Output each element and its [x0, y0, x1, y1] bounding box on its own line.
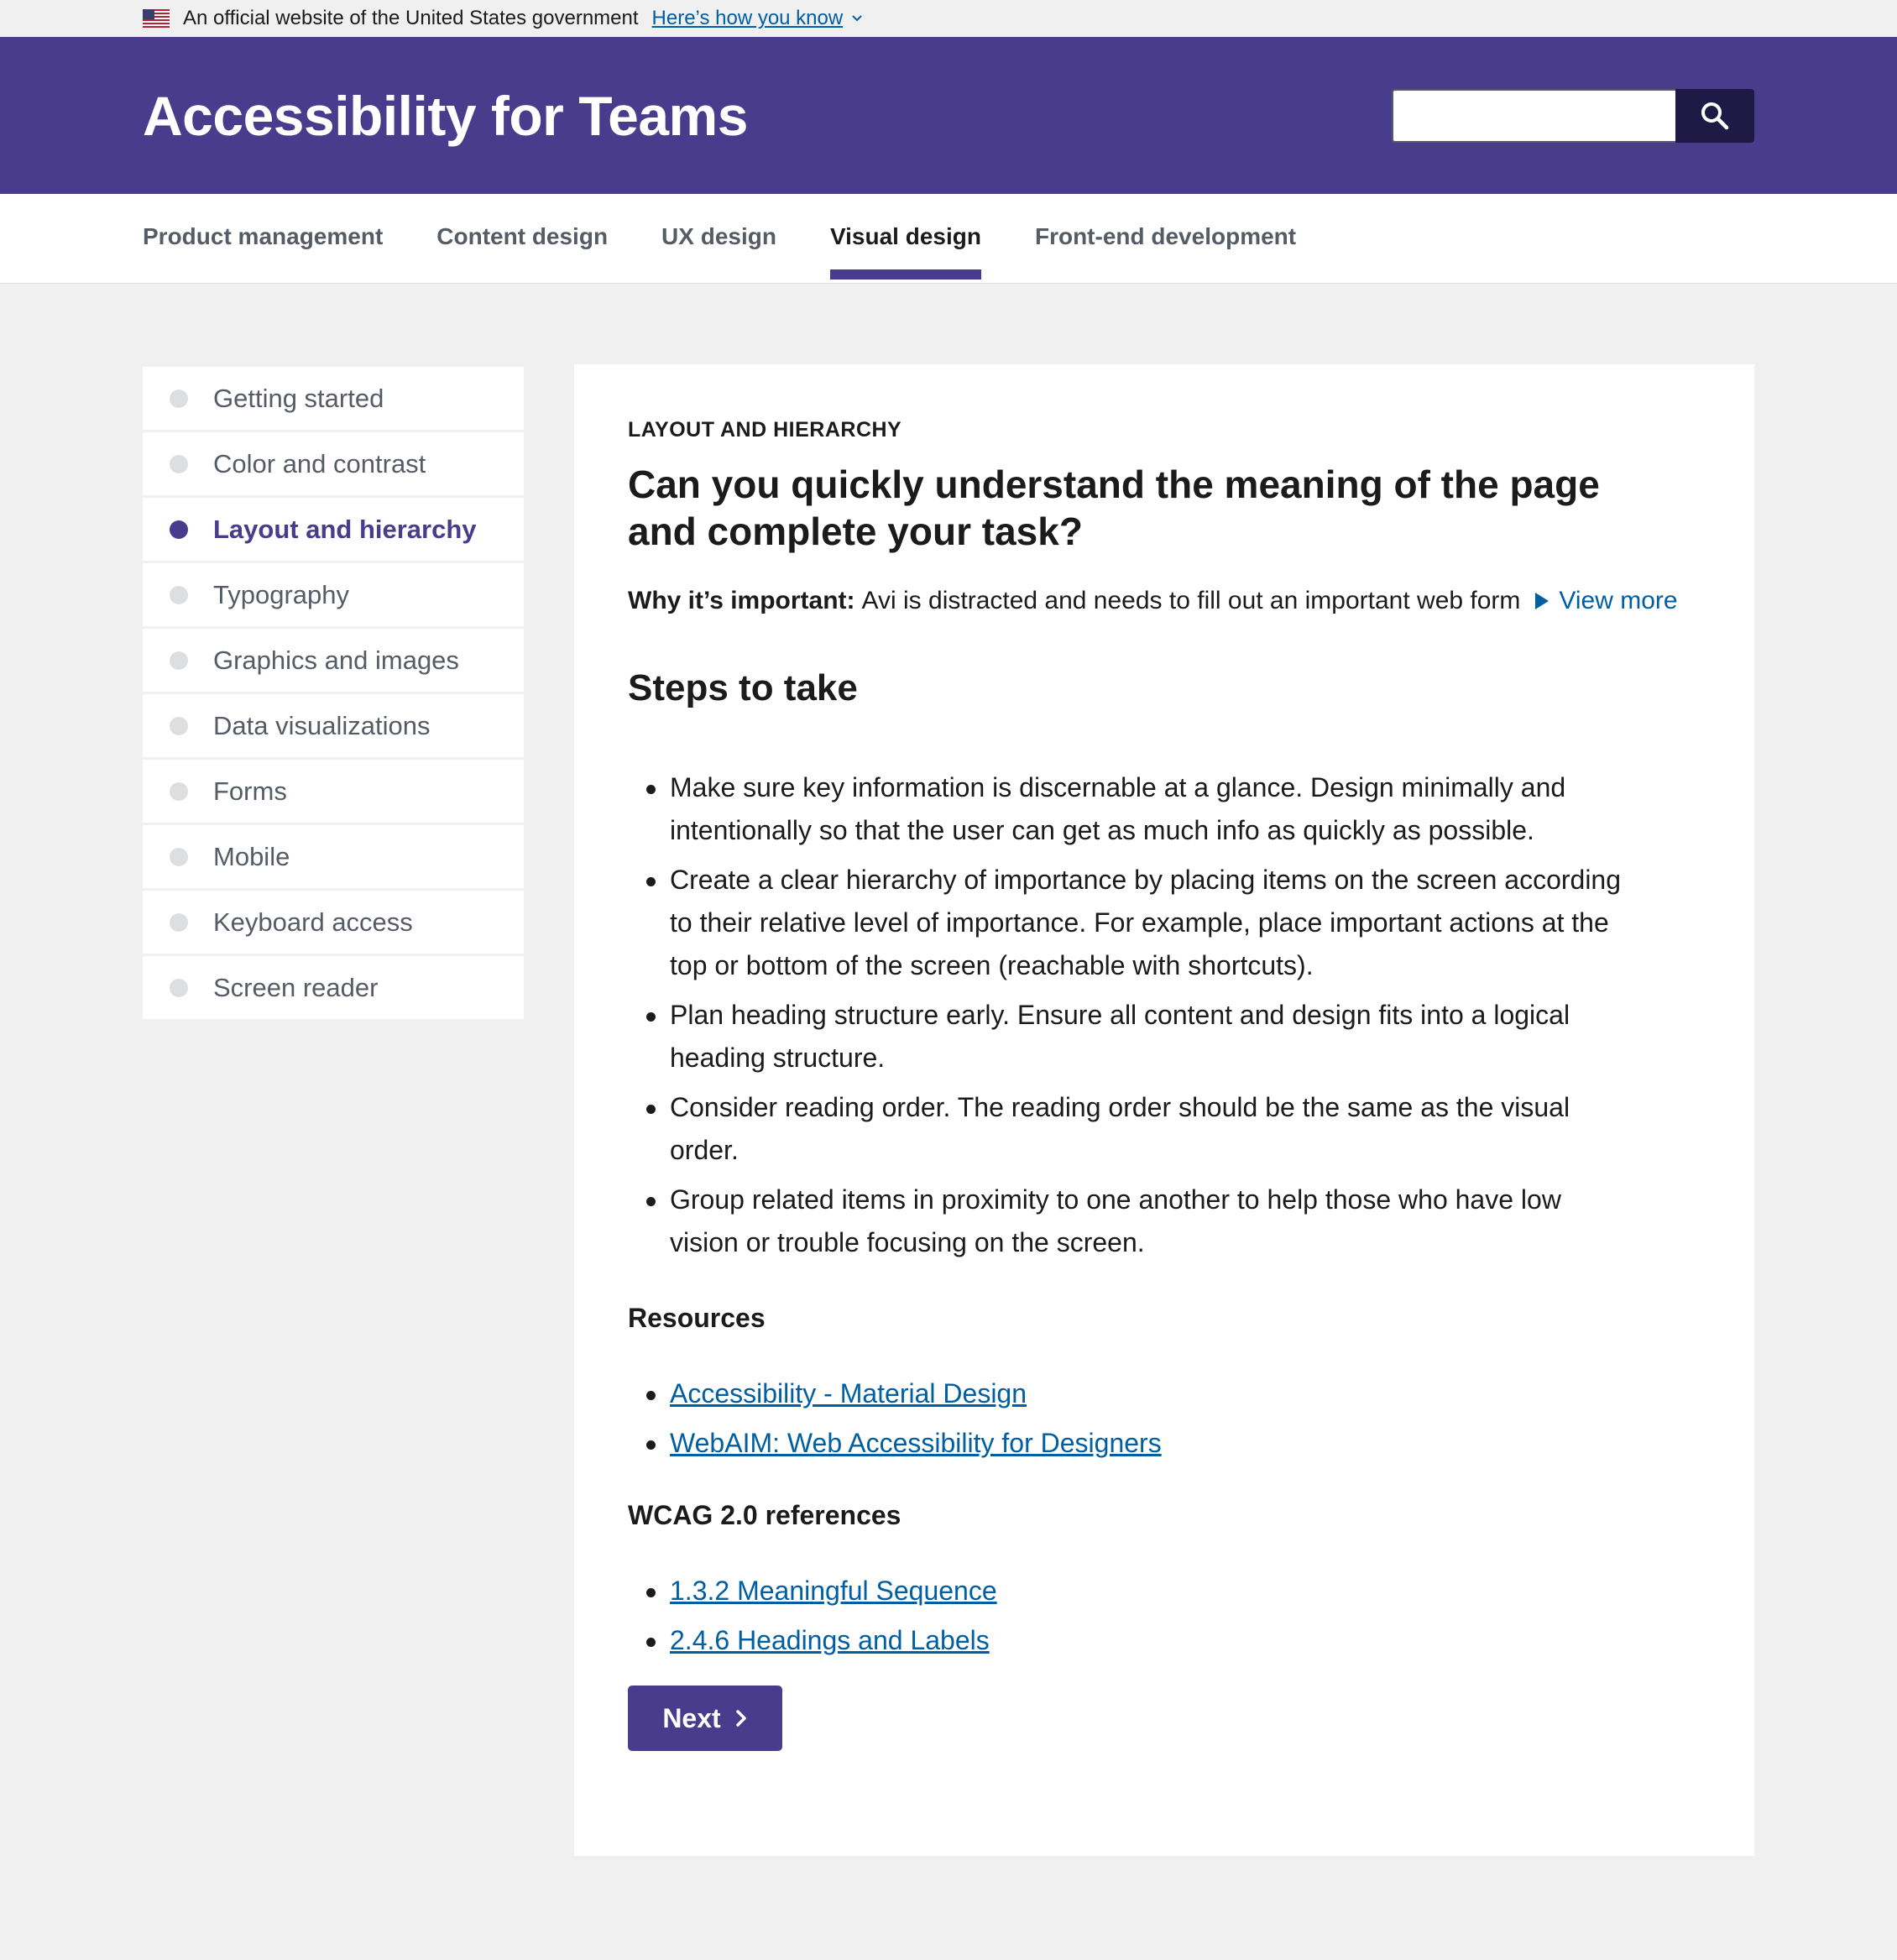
- nav-ux-design[interactable]: UX design: [661, 194, 776, 283]
- sidebar-item-label: Data visualizations: [213, 710, 431, 740]
- top-nav: Product management Content design UX des…: [0, 194, 1897, 284]
- sidebar-item-typography[interactable]: Typography: [143, 563, 524, 626]
- sidebar-item-graphics-and-images[interactable]: Graphics and images: [143, 629, 524, 692]
- sidebar-item-layout-and-hierarchy[interactable]: Layout and hierarchy: [143, 498, 524, 561]
- sidebar-item-label: Layout and hierarchy: [213, 514, 477, 544]
- play-triangle-icon: [1535, 593, 1549, 609]
- search-button[interactable]: [1675, 88, 1754, 143]
- section-eyebrow: LAYOUT AND HIERARCHY: [628, 418, 902, 442]
- sidebar-item-label: Forms: [213, 776, 287, 806]
- sidebar-item-screen-reader[interactable]: Screen reader: [143, 956, 524, 1019]
- resources-list: Accessibility - Material Design WebAIM: …: [628, 1372, 1701, 1465]
- why-important-text: Avi is distracted and needs to fill out …: [861, 587, 1521, 614]
- list-item: Make sure key information is discernable…: [628, 766, 1635, 852]
- why-important-label: Why it’s important:: [628, 587, 855, 614]
- status-dot-icon: [170, 912, 188, 932]
- list-item: Accessibility - Material Design: [628, 1372, 1701, 1415]
- list-item: WebAIM: Web Accessibility for Designers: [628, 1422, 1701, 1465]
- resources-heading: Resources: [628, 1303, 766, 1333]
- status-dot-icon: [170, 978, 188, 997]
- list-item: Plan heading structure early. Ensure all…: [628, 994, 1635, 1079]
- resource-link-webaim[interactable]: WebAIM: Web Accessibility for Designers: [670, 1428, 1162, 1458]
- gov-banner: An official website of the United States…: [0, 0, 1897, 37]
- view-more-toggle[interactable]: View more: [1535, 587, 1678, 615]
- chevron-down-icon: [852, 15, 862, 22]
- heres-how-you-know-link[interactable]: Here’s how you know: [652, 7, 864, 30]
- view-more-label: View more: [1559, 587, 1678, 614]
- nav-front-end-development[interactable]: Front-end development: [1035, 194, 1296, 283]
- sidebar-item-label: Keyboard access: [213, 907, 413, 937]
- search-icon: [1701, 102, 1729, 129]
- sidebar-item-label: Color and contrast: [213, 448, 426, 478]
- sidebar-item-getting-started[interactable]: Getting started: [143, 367, 524, 430]
- status-dot-icon: [170, 585, 188, 604]
- status-dot-icon: [170, 781, 188, 801]
- next-button-label: Next: [662, 1702, 721, 1733]
- site-title[interactable]: Accessibility for Teams: [143, 84, 748, 148]
- chevron-right-icon: [735, 1710, 746, 1727]
- search-form: [1392, 88, 1754, 143]
- status-dot-icon: [170, 716, 188, 735]
- wcag-list: 1.3.2 Meaningful Sequence 2.4.6 Headings…: [628, 1570, 1701, 1662]
- sidebar-item-color-and-contrast[interactable]: Color and contrast: [143, 432, 524, 495]
- gov-banner-text: An official website of the United States…: [183, 7, 639, 29]
- why-important: Why it’s important: Avi is distracted an…: [628, 587, 1701, 615]
- content-card: LAYOUT AND HIERARCHY Can you quickly und…: [574, 364, 1754, 1856]
- site-header: Accessibility for Teams: [0, 37, 1897, 194]
- list-item: 1.3.2 Meaningful Sequence: [628, 1570, 1701, 1612]
- nav-product-management[interactable]: Product management: [143, 194, 383, 283]
- wcag-link-2-4-6[interactable]: 2.4.6 Headings and Labels: [670, 1625, 990, 1655]
- sidebar-item-label: Mobile: [213, 841, 290, 871]
- sidebar-item-label: Getting started: [213, 383, 384, 413]
- sidebar-item-data-visualizations[interactable]: Data visualizations: [143, 694, 524, 757]
- sidebar-item-label: Graphics and images: [213, 645, 459, 675]
- sidebar-item-keyboard-access[interactable]: Keyboard access: [143, 891, 524, 954]
- status-dot-icon: [170, 651, 188, 670]
- sidebar-item-forms[interactable]: Forms: [143, 760, 524, 823]
- nav-content-design[interactable]: Content design: [436, 194, 608, 283]
- nav-visual-design[interactable]: Visual design: [829, 194, 981, 283]
- list-item: Create a clear hierarchy of importance b…: [628, 859, 1635, 987]
- search-input[interactable]: [1392, 88, 1675, 143]
- sidebar-item-label: Screen reader: [213, 972, 379, 1002]
- list-item: 2.4.6 Headings and Labels: [628, 1619, 1701, 1662]
- heres-how-you-know-label: Here’s how you know: [651, 7, 844, 29]
- status-dot-icon: [170, 520, 188, 539]
- sidebar-nav: Getting started Color and contrast Layou…: [143, 367, 524, 1022]
- status-dot-icon: [170, 454, 188, 473]
- page-title: Can you quickly understand the meaning o…: [628, 463, 1600, 553]
- wcag-heading: WCAG 2.0 references: [628, 1500, 901, 1530]
- us-flag-icon: [143, 9, 170, 28]
- resource-link-material-design[interactable]: Accessibility - Material Design: [670, 1378, 1027, 1409]
- steps-list: Make sure key information is discernable…: [628, 766, 1635, 1264]
- sidebar-item-mobile[interactable]: Mobile: [143, 825, 524, 888]
- status-dot-icon: [170, 389, 188, 408]
- wcag-link-1-3-2[interactable]: 1.3.2 Meaningful Sequence: [670, 1576, 997, 1606]
- list-item: Group related items in proximity to one …: [628, 1179, 1635, 1264]
- next-button[interactable]: Next: [628, 1686, 782, 1751]
- list-item: Consider reading order. The reading orde…: [628, 1086, 1635, 1172]
- sidebar-item-label: Typography: [213, 579, 349, 609]
- status-dot-icon: [170, 847, 188, 866]
- steps-heading: Steps to take: [628, 667, 858, 708]
